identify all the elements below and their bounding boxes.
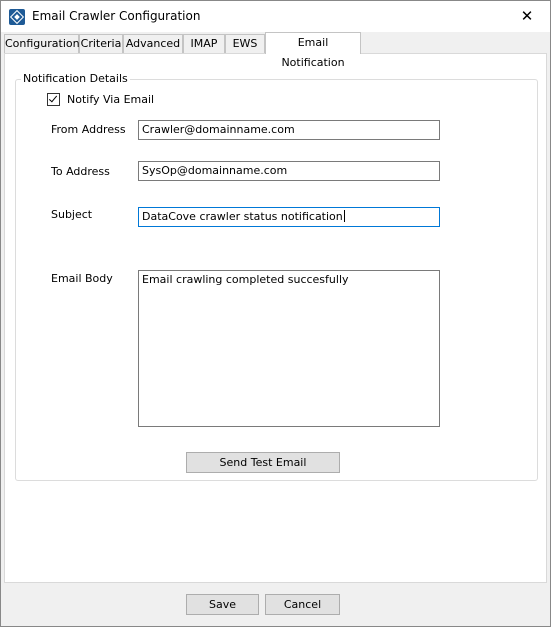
- text-caret: [343, 210, 345, 222]
- cancel-button[interactable]: Cancel: [265, 594, 340, 615]
- subject-label: Subject: [51, 208, 93, 221]
- title-bar: Email Crawler Configuration ✕: [1, 1, 550, 32]
- subject-field[interactable]: DataCove crawler status notification: [138, 207, 440, 227]
- send-test-email-button[interactable]: Send Test Email: [186, 452, 340, 473]
- window-title: Email Crawler Configuration: [32, 9, 201, 23]
- tab-strip: Configuration Criteria Advanced IMAP EWS…: [4, 32, 549, 69]
- notify-via-email-label[interactable]: Notify Via Email: [67, 93, 154, 106]
- email-body-label: Email Body: [51, 272, 113, 285]
- tab-imap[interactable]: IMAP: [183, 34, 225, 54]
- save-button[interactable]: Save: [186, 594, 259, 615]
- tab-email-notification[interactable]: Email Notification: [265, 32, 361, 69]
- notify-via-email-checkbox[interactable]: [47, 93, 60, 106]
- tab-ews[interactable]: EWS: [225, 34, 265, 54]
- subject-value: DataCove crawler status notification: [142, 210, 343, 223]
- tab-advanced[interactable]: Advanced: [123, 34, 183, 54]
- to-address-label: To Address: [51, 165, 110, 178]
- from-address-label: From Address: [51, 123, 126, 136]
- group-label: Notification Details: [21, 72, 130, 85]
- close-icon[interactable]: ✕: [504, 1, 550, 32]
- app-icon: [9, 9, 25, 25]
- email-crawler-config-window: Email Crawler Configuration ✕ Configurat…: [0, 0, 551, 627]
- tab-configuration[interactable]: Configuration: [4, 34, 80, 54]
- checkmark-icon: [48, 93, 58, 103]
- email-body-field[interactable]: Email crawling completed succesfully: [138, 270, 440, 427]
- tab-criteria[interactable]: Criteria: [79, 34, 123, 54]
- from-address-field[interactable]: Crawler@domainname.com: [138, 120, 440, 140]
- to-address-field[interactable]: SysOp@domainname.com: [138, 161, 440, 181]
